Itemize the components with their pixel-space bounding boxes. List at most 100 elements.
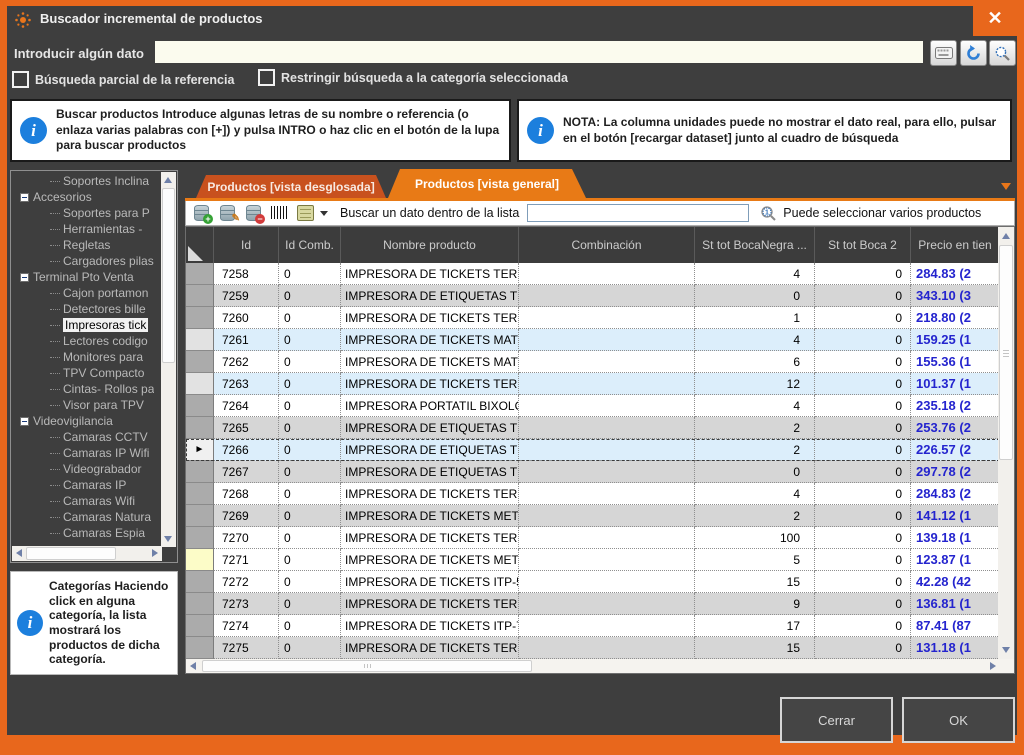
ok-button[interactable]: OK: [902, 697, 1015, 743]
row-selector[interactable]: [186, 395, 214, 417]
row-selector[interactable]: [186, 329, 214, 351]
zoom-button[interactable]: [989, 40, 1016, 66]
table-row[interactable]: 7260 0 IMPRESORA DE TICKETS TERMI... 1 0…: [186, 307, 1000, 329]
table-row[interactable]: 7274 0 IMPRESORA DE TICKETS ITP-71-... 1…: [186, 615, 1000, 637]
tree-item[interactable]: Camaras Natura: [12, 509, 161, 525]
add-record-button[interactable]: +: [192, 204, 212, 222]
tree-horizontal-scrollbar[interactable]: [12, 546, 162, 561]
table-row[interactable]: 7268 0 IMPRESORA DE TICKETS TERMI... 4 0…: [186, 483, 1000, 505]
row-selector[interactable]: ►: [186, 439, 214, 461]
tree-vscroll-thumb[interactable]: [162, 188, 175, 363]
tree-minus-icon[interactable]: [20, 273, 29, 282]
tree-item[interactable]: Cintas- Rollos pa: [12, 381, 161, 397]
row-selector[interactable]: [186, 461, 214, 483]
tabstrip-dropdown-icon[interactable]: [1001, 183, 1011, 190]
column-header[interactable]: [186, 227, 214, 263]
row-selector[interactable]: [186, 637, 214, 659]
tab-productos-general[interactable]: Productos [vista general]: [388, 169, 586, 198]
row-selector[interactable]: [186, 549, 214, 571]
row-selector[interactable]: [186, 307, 214, 329]
table-row[interactable]: 7261 0 IMPRESORA DE TICKETS MATRI... 4 0…: [186, 329, 1000, 351]
row-selector[interactable]: [186, 483, 214, 505]
cerrar-button[interactable]: Cerrar: [780, 697, 893, 743]
tree-item[interactable]: Impresoras tick: [12, 317, 161, 333]
barcode-button[interactable]: [270, 204, 290, 222]
tree-item[interactable]: Camaras Espia: [12, 525, 161, 541]
table-row[interactable]: 7270 0 IMPRESORA DE TICKETS TERMI... 100…: [186, 527, 1000, 549]
table-row[interactable]: 7265 0 IMPRESORA DE ETIQUETAS TE... 2 0 …: [186, 417, 1000, 439]
row-selector[interactable]: [186, 505, 214, 527]
select-all-corner-icon[interactable]: [188, 246, 203, 261]
scroll-left-icon[interactable]: [190, 662, 196, 670]
row-selector[interactable]: [186, 593, 214, 615]
checkbox-partial-search[interactable]: Búsqueda parcial de la referencia: [12, 71, 234, 88]
row-selector[interactable]: [186, 527, 214, 549]
tree-vertical-scrollbar[interactable]: [161, 172, 176, 547]
tree-item[interactable]: Cargadores pilas: [12, 253, 161, 269]
tab-productos-desglosada[interactable]: Productos [vista desglosada]: [196, 175, 386, 198]
reload-dataset-button[interactable]: [296, 204, 316, 222]
row-selector[interactable]: [186, 571, 214, 593]
row-selector[interactable]: [186, 373, 214, 395]
column-header[interactable]: St tot Boca 2: [815, 227, 911, 263]
tree-item[interactable]: Camaras IP Wifi: [12, 445, 161, 461]
table-row[interactable]: 7259 0 IMPRESORA DE ETIQUETAS TE... 0 0 …: [186, 285, 1000, 307]
table-row[interactable]: 7269 0 IMPRESORA DE TICKETS META... 2 0 …: [186, 505, 1000, 527]
column-header[interactable]: Precio en tien: [911, 227, 1000, 263]
tree-item[interactable]: Visor para TPV: [12, 397, 161, 413]
tree-item[interactable]: Camaras Wifi: [12, 493, 161, 509]
column-header[interactable]: Id: [214, 227, 279, 263]
tree-item[interactable]: Camaras IP: [12, 477, 161, 493]
tree-item[interactable]: Camaras CCTV: [12, 429, 161, 445]
table-row[interactable]: 7273 0 IMPRESORA DE TICKETS TERMI... 9 0…: [186, 593, 1000, 615]
checkbox-box-icon[interactable]: [258, 69, 275, 86]
tree-item[interactable]: TPV Compacto: [12, 365, 161, 381]
tree-item[interactable]: Videograbador: [12, 461, 161, 477]
tree-item[interactable]: Soportes Inclina: [12, 173, 161, 189]
tree-item[interactable]: Terminal Pto Venta: [12, 269, 161, 285]
scroll-right-icon[interactable]: [152, 549, 158, 557]
tree-item[interactable]: Detectores bille: [12, 301, 161, 317]
column-header[interactable]: Nombre producto: [341, 227, 519, 263]
tree-item[interactable]: Videovigilancia: [12, 413, 161, 429]
tree-item[interactable]: Accesorios: [12, 189, 161, 205]
row-selector[interactable]: [186, 351, 214, 373]
reload-button[interactable]: [960, 40, 987, 66]
search-input[interactable]: [155, 41, 923, 63]
tree-minus-icon[interactable]: [20, 193, 29, 202]
scroll-down-icon[interactable]: [1002, 647, 1010, 653]
table-row[interactable]: ► 7266 0 IMPRESORA DE ETIQUETAS TE... 2 …: [186, 439, 1000, 461]
tree-item[interactable]: Herramientas -: [12, 221, 161, 237]
table-row[interactable]: 7271 0 IMPRESORA DE TICKETS META... 5 0 …: [186, 549, 1000, 571]
tree-hscroll-thumb[interactable]: [26, 547, 116, 560]
scroll-down-icon[interactable]: [164, 536, 172, 542]
close-button[interactable]: ✕: [973, 0, 1017, 36]
table-row[interactable]: 7275 0 IMPRESORA DE TICKETS TERMI... 15 …: [186, 637, 1000, 659]
table-row[interactable]: 7258 0 IMPRESORA DE TICKETS TERMI... 4 0…: [186, 263, 1000, 285]
grid-search-input[interactable]: [527, 204, 749, 222]
edit-record-button[interactable]: ✎: [218, 204, 238, 222]
checkbox-restrict-category[interactable]: Restringir búsqueda a la categoría selec…: [258, 69, 568, 86]
table-row[interactable]: 7264 0 IMPRESORA PORTATIL BIXOLO... 4 0 …: [186, 395, 1000, 417]
column-header[interactable]: St tot BocaNegra ...: [695, 227, 815, 263]
tree-item[interactable]: Monitores para: [12, 349, 161, 365]
scroll-up-icon[interactable]: [1002, 233, 1010, 239]
row-selector[interactable]: [186, 417, 214, 439]
grid-vscroll-thumb[interactable]: [999, 245, 1013, 460]
row-selector[interactable]: [186, 615, 214, 637]
keyboard-button[interactable]: [930, 40, 957, 66]
toolbar-dropdown-icon[interactable]: [320, 211, 328, 216]
grid-hscroll-thumb[interactable]: [202, 660, 532, 672]
scroll-up-icon[interactable]: [164, 177, 172, 183]
table-row[interactable]: 7263 0 IMPRESORA DE TICKETS TERMI... 12 …: [186, 373, 1000, 395]
tree-minus-icon[interactable]: [20, 417, 29, 426]
delete-record-button[interactable]: −: [244, 204, 264, 222]
column-header[interactable]: Id Comb.: [279, 227, 341, 263]
column-header[interactable]: Combinación: [519, 227, 695, 263]
table-row[interactable]: 7267 0 IMPRESORA DE ETIQUETAS TE... 0 0 …: [186, 461, 1000, 483]
table-row[interactable]: 7272 0 IMPRESORA DE TICKETS ITP-58 15 0 …: [186, 571, 1000, 593]
grid-horizontal-scrollbar[interactable]: [186, 659, 1014, 673]
scroll-right-icon[interactable]: [990, 662, 996, 670]
tree-item[interactable]: Lectores codigo: [12, 333, 161, 349]
scroll-left-icon[interactable]: [16, 549, 22, 557]
